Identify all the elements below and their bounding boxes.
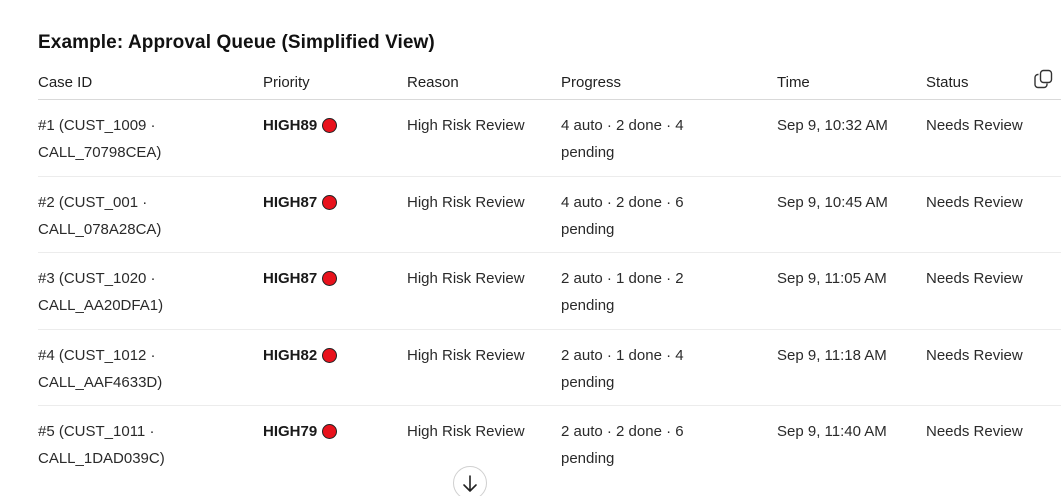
time-cell: Sep 9, 11:05 AM	[777, 270, 887, 287]
priority-label: HIGH79	[263, 423, 318, 440]
reason-cell: High Risk Review	[407, 117, 525, 134]
page-title: Example: Approval Queue (Simplified View…	[38, 32, 435, 53]
status-cell: Needs Review	[926, 423, 1023, 440]
arrow-down-icon	[463, 475, 477, 492]
priority-label: HIGH87	[263, 193, 318, 211]
red-circle-icon	[322, 194, 338, 210]
approval-queue-page: Example: Approval Queue (Simplified View…	[0, 0, 1061, 496]
priority-label: HIGH87	[263, 270, 318, 287]
reason-cell: High Risk Review	[407, 423, 525, 440]
table-row: #4 (CUST_1012 · CALL_AAF4633D) HIGH82 Hi…	[38, 330, 1061, 406]
case-id-cell: #3 (CUST_1020 · CALL_AA20DFA1)	[38, 270, 164, 314]
approval-queue-table: Case ID Priority Reason Progress Time St…	[38, 64, 1061, 483]
red-circle-icon	[322, 271, 338, 286]
table-row: #2 (CUST_001 · CALL_078A28CA) HIGH87 Hig…	[38, 177, 1061, 253]
case-id-cell: #5 (CUST_1011 · CALL_1DAD039C)	[38, 423, 165, 467]
priority-cell: HIGH79	[263, 406, 407, 483]
status-cell: Needs Review	[926, 117, 1023, 134]
progress-cell: 2 auto · 1 done · 2 pending	[561, 270, 684, 314]
status-cell: Needs Review	[926, 193, 1023, 211]
red-circle-icon	[322, 424, 338, 439]
priority-cell: HIGH82	[263, 330, 407, 406]
status-cell: Needs Review	[926, 346, 1023, 364]
priority-cell: HIGH87	[263, 253, 407, 329]
red-circle-icon	[322, 347, 338, 363]
table-row: #3 (CUST_1020 · CALL_AA20DFA1) HIGH87 Hi…	[38, 253, 1061, 330]
time-cell: Sep 9, 11:40 AM	[777, 423, 887, 440]
column-header-reason: Reason	[407, 73, 459, 91]
time-cell: Sep 9, 11:18 AM	[777, 346, 887, 364]
column-header-time: Time	[777, 73, 810, 91]
progress-cell: 2 auto · 2 done · 6 pending	[561, 423, 684, 467]
case-id-cell: #1 (CUST_1009 · CALL_70798CEA)	[38, 117, 162, 161]
reason-cell: High Risk Review	[407, 346, 525, 364]
progress-cell: 2 auto · 1 done · 4 pending	[561, 346, 684, 391]
column-header-priority: Priority	[263, 73, 310, 91]
progress-cell: 4 auto · 2 done · 4 pending	[561, 117, 684, 161]
time-cell: Sep 9, 10:32 AM	[777, 117, 888, 134]
table-row: #1 (CUST_1009 · CALL_70798CEA) HIGH89 Hi…	[38, 100, 1061, 177]
case-id-cell: #2 (CUST_001 · CALL_078A28CA)	[38, 193, 162, 238]
case-id-cell: #4 (CUST_1012 · CALL_AAF4633D)	[38, 346, 163, 391]
table-header: Case ID Priority Reason Progress Time St…	[38, 64, 1061, 100]
priority-label: HIGH82	[263, 346, 318, 364]
reason-cell: High Risk Review	[407, 193, 525, 211]
scroll-down-button[interactable]	[453, 466, 487, 496]
priority-cell: HIGH89	[263, 100, 407, 176]
progress-cell: 4 auto · 2 done · 6 pending	[561, 193, 684, 238]
table-row: #5 (CUST_1011 · CALL_1DAD039C) HIGH79 Hi…	[38, 406, 1061, 483]
status-cell: Needs Review	[926, 270, 1023, 287]
column-header-progress: Progress	[561, 73, 622, 91]
column-header-status: Status	[926, 73, 969, 91]
priority-label: HIGH89	[263, 117, 318, 134]
time-cell: Sep 9, 10:45 AM	[777, 193, 888, 211]
red-circle-icon	[322, 118, 338, 133]
priority-cell: HIGH87	[263, 177, 407, 253]
reason-cell: High Risk Review	[407, 270, 525, 287]
column-header-case-id: Case ID	[38, 73, 93, 91]
